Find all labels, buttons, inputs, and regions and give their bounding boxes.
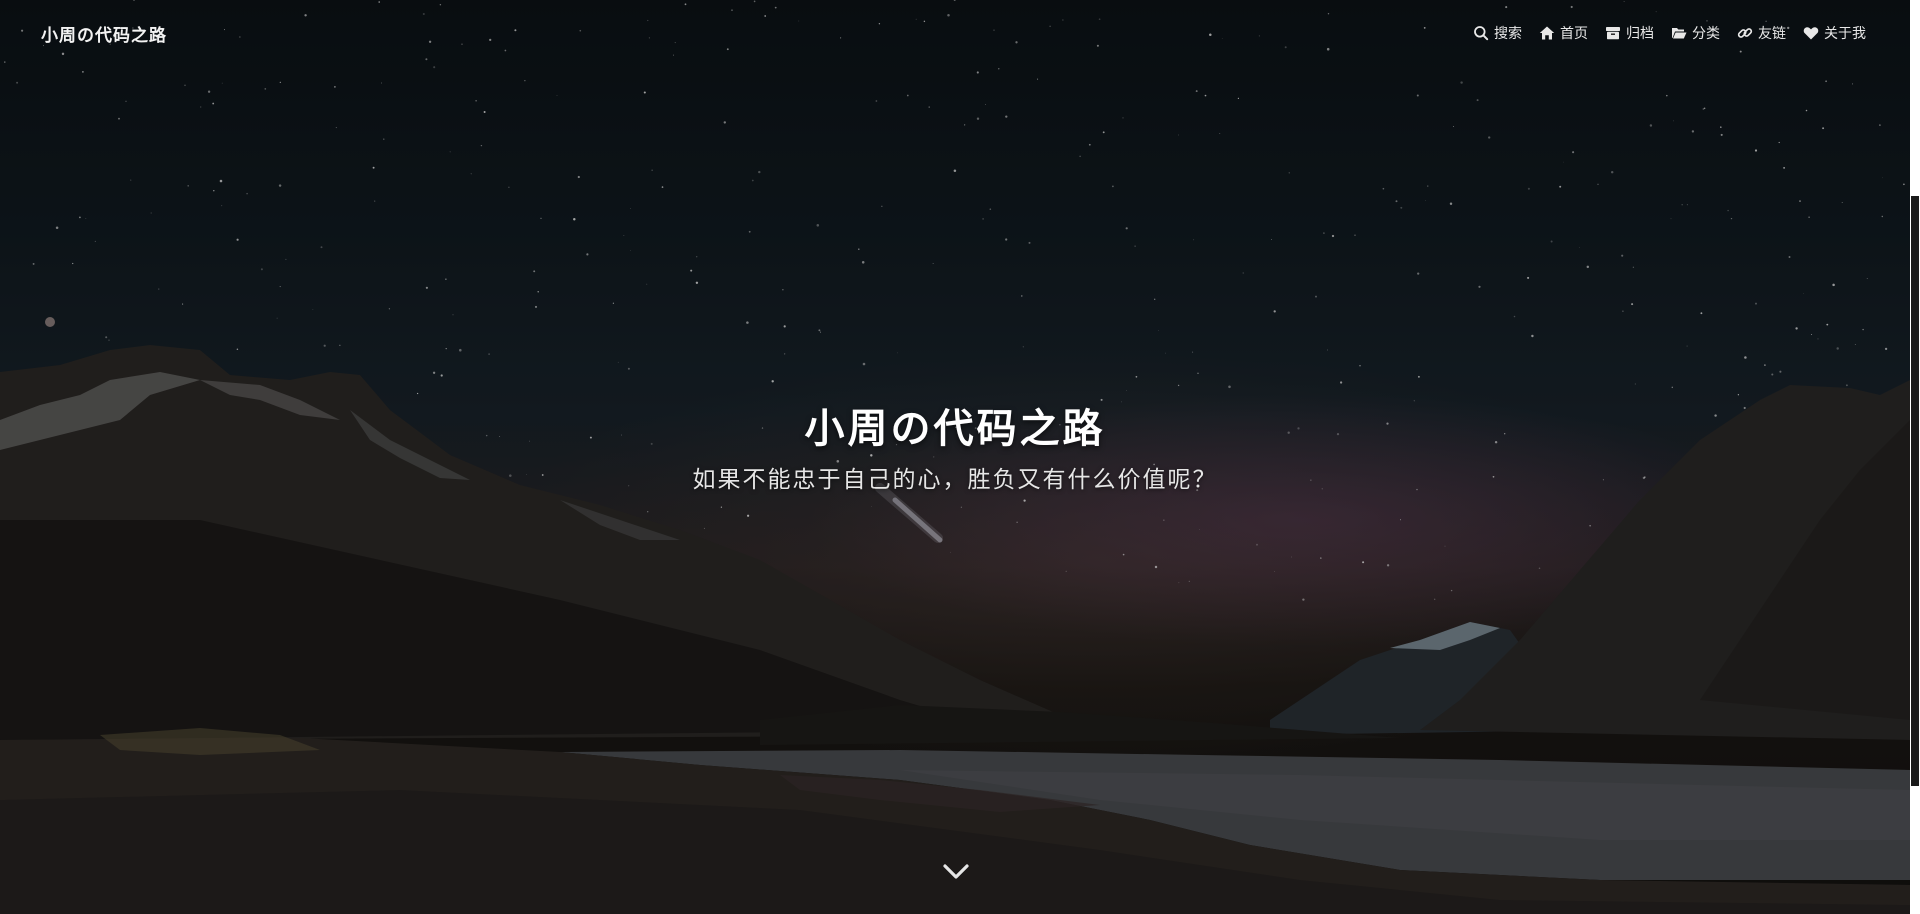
nav-item-home[interactable]: 首页 <box>1539 23 1588 43</box>
site-brand-link[interactable]: 小周の代码之路 <box>41 21 167 46</box>
folder-open-icon <box>1671 25 1687 41</box>
chevron-down-icon <box>942 863 970 881</box>
scroll-down-button[interactable] <box>940 858 972 886</box>
nav-item-friends[interactable]: 友链 <box>1737 23 1786 43</box>
hero-title: 小周の代码之路 <box>804 406 1106 452</box>
heart-icon <box>1803 25 1819 41</box>
hero-subtitle: 如果不能忠于自己的心，胜负又有什么价值呢？ <box>692 467 1218 493</box>
nav-item-about[interactable]: 关于我 <box>1803 23 1866 43</box>
page: 小周の代码之路 搜索 首页 归档 分类 友链 关于我 小周の代码之路 如果不能忠… <box>0 0 1920 914</box>
scrollbar-thumb[interactable] <box>1911 196 1919 786</box>
hero-dark-overlay <box>0 0 1910 914</box>
top-navbar: 小周の代码之路 搜索 首页 归档 分类 友链 关于我 <box>0 0 1910 66</box>
link-icon <box>1737 25 1753 41</box>
nav-item-categories[interactable]: 分类 <box>1671 23 1720 43</box>
nav-item-label: 友链 <box>1758 26 1786 42</box>
nav-item-label: 分类 <box>1692 26 1720 42</box>
nav-item-archive[interactable]: 归档 <box>1605 23 1654 43</box>
nav-item-label: 首页 <box>1560 26 1588 42</box>
hero-background-image <box>0 0 1910 914</box>
search-icon <box>1473 25 1489 41</box>
archive-icon <box>1605 25 1621 41</box>
nav-item-search[interactable]: 搜索 <box>1473 23 1522 43</box>
page-scrollbar[interactable] <box>1910 0 1920 914</box>
nav-item-label: 归档 <box>1626 26 1654 42</box>
home-icon <box>1539 25 1555 41</box>
nav-menu: 搜索 首页 归档 分类 友链 关于我 <box>1473 23 1866 43</box>
nav-item-label: 关于我 <box>1824 26 1866 42</box>
nav-item-label: 搜索 <box>1494 26 1522 42</box>
